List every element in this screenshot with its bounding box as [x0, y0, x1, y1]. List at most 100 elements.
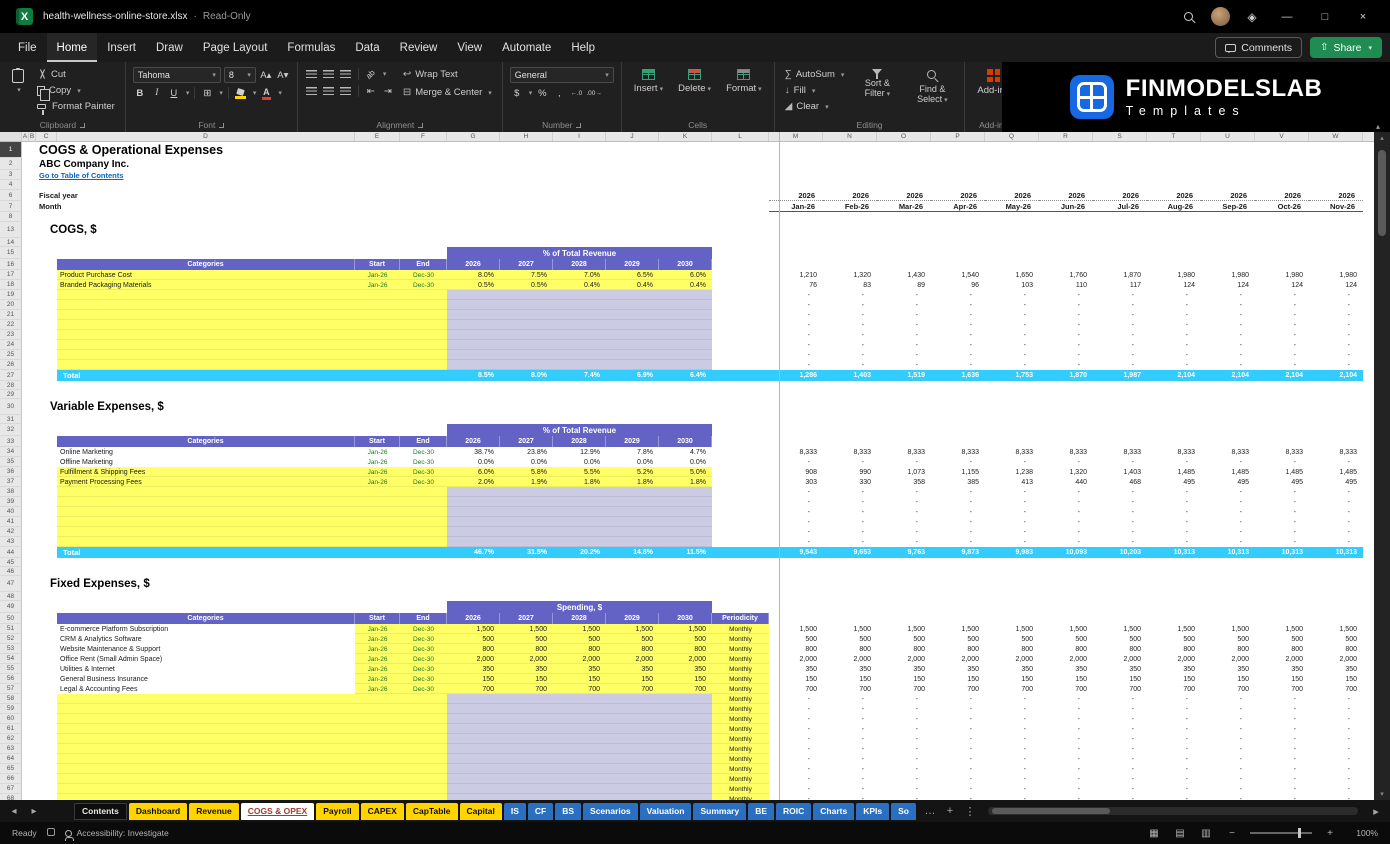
cell-year-value[interactable]: 7.5% [500, 270, 553, 280]
wrap-text-button[interactable]: ↩Wrap Text [400, 67, 495, 82]
sheet-tab-scenarios[interactable]: Scenarios [583, 803, 638, 820]
cell-empty-category[interactable] [57, 724, 355, 734]
new-sheet-button[interactable]: + [942, 803, 958, 819]
cell-month-value[interactable]: - [985, 537, 1039, 547]
cell-empty-category[interactable] [57, 537, 355, 547]
cell-year-value[interactable]: 0.5% [447, 280, 500, 290]
row-header[interactable]: 6 [0, 190, 22, 201]
cell-month-value[interactable]: - [931, 320, 985, 330]
cell-month-value[interactable]: 700 [877, 684, 931, 694]
column-header-o[interactable]: O [877, 132, 931, 141]
sheet-tab-capital[interactable]: Capital [460, 803, 502, 820]
cell-month-value[interactable]: 800 [1039, 644, 1093, 654]
column-header-e[interactable]: E [355, 132, 400, 141]
cell-month-value[interactable]: - [1039, 724, 1093, 734]
column-header-categories[interactable]: Categories [57, 436, 355, 447]
cell-year-value[interactable]: 0.0% [606, 457, 659, 467]
cell-month-value[interactable]: 350 [1201, 664, 1255, 674]
cell-month-value[interactable]: - [931, 724, 985, 734]
cell-year-value[interactable]: 0.0% [500, 457, 553, 467]
cell-periodicity[interactable]: Monthly [712, 664, 769, 674]
cell-empty-end[interactable] [400, 714, 447, 724]
cell-year-value[interactable]: 2.0% [447, 477, 500, 487]
clipboard-dialog-launcher[interactable] [80, 123, 85, 128]
row-header[interactable]: 67 [0, 784, 22, 794]
decrease-decimal-button[interactable]: .00→ [586, 86, 602, 100]
column-header-year[interactable]: 2027 [500, 259, 553, 270]
cell-year-value[interactable]: 23.8% [500, 447, 553, 457]
cell-month-value[interactable]: - [877, 517, 931, 527]
cell-month-value[interactable]: - [769, 764, 823, 774]
menu-tab-help[interactable]: Help [561, 33, 605, 62]
cell-empty-values[interactable] [447, 300, 712, 310]
cell-month-value[interactable]: - [985, 784, 1039, 794]
cell-month-value[interactable]: - [769, 754, 823, 764]
cell-month-value[interactable]: - [1039, 704, 1093, 714]
cell-month-value[interactable]: - [1147, 724, 1201, 734]
comments-button[interactable]: Comments [1215, 37, 1302, 58]
cell-empty-end[interactable] [400, 350, 447, 360]
align-right-button[interactable] [339, 84, 353, 98]
cell-month-value[interactable]: - [877, 784, 931, 794]
cell-month-value[interactable]: - [931, 517, 985, 527]
cell-month-value[interactable]: - [1147, 310, 1201, 320]
table-banner[interactable]: Spending, $ [447, 601, 712, 613]
scroll-down-arrow[interactable]: ▾ [1380, 788, 1384, 800]
comma-style-button[interactable]: , [552, 86, 566, 100]
cell-total-month-value[interactable]: 2,104 [1201, 370, 1255, 381]
cell-year-value[interactable]: 5.8% [500, 467, 553, 477]
cell-year-value[interactable]: 150 [659, 674, 712, 684]
cell-month-value[interactable]: 440 [1039, 477, 1093, 487]
menu-tab-file[interactable]: File [8, 33, 47, 62]
row-header[interactable]: 27 [0, 370, 22, 381]
cell-empty-start[interactable] [355, 300, 400, 310]
cell-end[interactable]: Dec-30 [400, 270, 447, 280]
share-button[interactable]: ⇧Share▾ [1310, 37, 1382, 58]
cell-month-value[interactable]: - [985, 487, 1039, 497]
cell-month-value[interactable]: - [877, 290, 931, 300]
sheet-tab-summary[interactable]: Summary [693, 803, 746, 820]
cell-month-value[interactable]: - [1255, 744, 1309, 754]
cell-month-value[interactable]: - [1201, 340, 1255, 350]
cell-month-value[interactable]: - [1039, 774, 1093, 784]
cell-year-value[interactable]: 800 [553, 644, 606, 654]
font-dialog-launcher[interactable] [219, 123, 224, 128]
column-header-end[interactable]: End [400, 436, 447, 447]
cell-month-value[interactable]: - [769, 320, 823, 330]
cell-empty-category[interactable] [57, 704, 355, 714]
cell-empty-start[interactable] [355, 320, 400, 330]
cell-year[interactable]: 2026 [823, 190, 877, 201]
cell-month-value[interactable]: - [1309, 487, 1363, 497]
column-header-u[interactable]: U [1201, 132, 1255, 141]
cell-month-value[interactable]: - [823, 724, 877, 734]
cell-month-value[interactable]: - [931, 527, 985, 537]
cell-empty-category[interactable] [57, 360, 355, 370]
cell-month-value[interactable]: - [877, 694, 931, 704]
cell-month-value[interactable]: - [1309, 537, 1363, 547]
cell-year-value[interactable]: 150 [553, 674, 606, 684]
cell-year-value[interactable]: 2,000 [606, 654, 659, 664]
cell-month-value[interactable]: - [1201, 300, 1255, 310]
cell-month-value[interactable]: - [769, 310, 823, 320]
cell-year[interactable]: 2026 [931, 190, 985, 201]
cell-empty-category[interactable] [57, 714, 355, 724]
copilot-icon[interactable]: ◈ [1238, 5, 1266, 29]
cell-year[interactable]: 2026 [1147, 190, 1201, 201]
cell-month-value[interactable]: - [1255, 487, 1309, 497]
cell-month-value[interactable]: - [1255, 457, 1309, 467]
row-header[interactable]: 24 [0, 340, 22, 350]
cell-month-value[interactable]: - [1255, 290, 1309, 300]
cell-start[interactable]: Jan-26 [355, 624, 400, 634]
cell-month-value[interactable]: 150 [877, 674, 931, 684]
macro-record-icon[interactable] [47, 828, 55, 838]
cell-year-value[interactable]: 800 [447, 644, 500, 654]
cell-month-value[interactable]: 150 [1309, 674, 1363, 684]
column-header-a[interactable]: A [22, 132, 29, 141]
cell-month-value[interactable]: - [1201, 704, 1255, 714]
page-layout-view-button[interactable]: ▤ [1172, 828, 1188, 839]
cell-month-value[interactable]: - [1093, 734, 1147, 744]
cell-empty-start[interactable] [355, 704, 400, 714]
cell-month-value[interactable]: - [823, 764, 877, 774]
row-header[interactable]: 40 [0, 507, 22, 517]
cell-month[interactable]: Feb-26 [823, 201, 877, 212]
